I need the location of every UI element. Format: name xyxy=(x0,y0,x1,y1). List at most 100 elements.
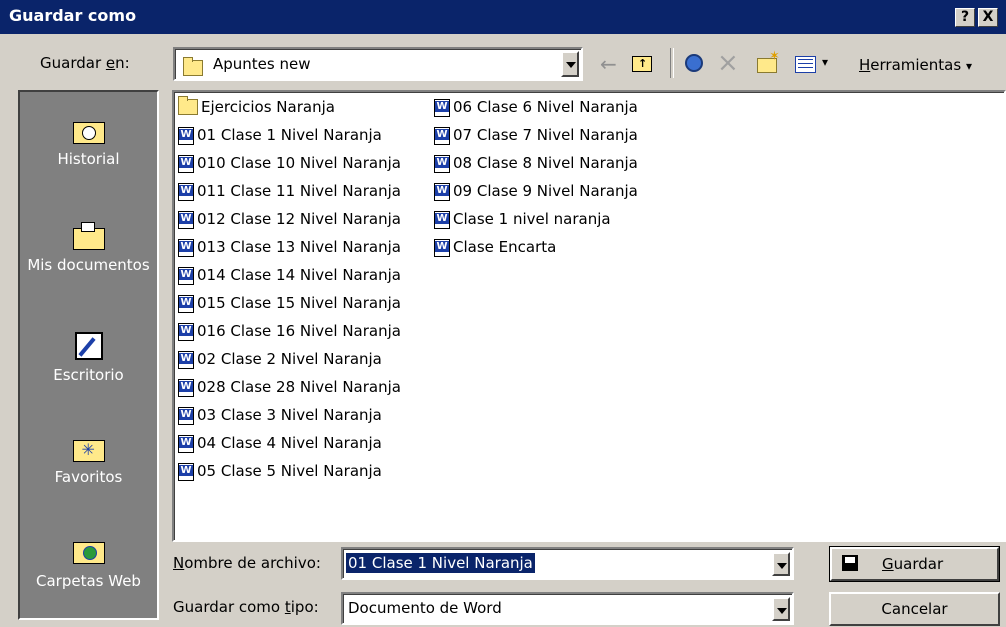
word-document-icon xyxy=(434,238,450,257)
word-document-icon xyxy=(434,98,450,117)
file-item[interactable]: 08 Clase 8 Nivel Naranja xyxy=(434,151,638,175)
word-document-icon xyxy=(178,238,194,257)
word-document-icon xyxy=(178,210,194,229)
file-name: 01 Clase 1 Nivel Naranja xyxy=(197,126,382,144)
word-document-icon xyxy=(178,182,194,201)
file-name: 013 Clase 13 Nivel Naranja xyxy=(197,238,401,256)
file-name: 012 Clase 12 Nivel Naranja xyxy=(197,210,401,228)
search-web-icon[interactable] xyxy=(685,54,703,72)
toolbar-separator xyxy=(670,48,674,78)
file-name: 016 Clase 16 Nivel Naranja xyxy=(197,322,401,340)
my-documents-icon xyxy=(71,220,107,252)
folder-icon xyxy=(183,56,203,76)
window-title: Guardar como xyxy=(9,6,137,25)
file-item[interactable]: 04 Clase 4 Nivel Naranja xyxy=(178,431,382,455)
word-document-icon xyxy=(178,266,194,285)
file-item[interactable]: 010 Clase 10 Nivel Naranja xyxy=(178,151,401,175)
word-document-icon xyxy=(434,210,450,229)
word-document-icon xyxy=(178,322,194,341)
file-name: 04 Clase 4 Nivel Naranja xyxy=(197,434,382,452)
place-favorites[interactable]: ✳ Favoritos xyxy=(20,432,157,486)
history-icon xyxy=(71,114,107,146)
web-folders-icon xyxy=(71,534,107,568)
word-document-icon xyxy=(178,378,194,397)
desktop-icon xyxy=(71,328,107,362)
filename-value: 01 Clase 1 Nivel Naranja xyxy=(346,553,535,573)
back-icon[interactable]: ← xyxy=(600,52,624,76)
file-item[interactable]: 014 Clase 14 Nivel Naranja xyxy=(178,263,401,287)
file-item[interactable]: 012 Clase 12 Nivel Naranja xyxy=(178,207,401,231)
file-list[interactable]: Ejercicios Naranja 01 Clase 1 Nivel Naran… xyxy=(172,90,1006,542)
save-in-select[interactable]: Apuntes new xyxy=(173,47,583,81)
word-document-icon xyxy=(434,154,450,173)
save-in-label: Guardar en: xyxy=(40,54,130,72)
place-my-documents[interactable]: Mis documentos xyxy=(20,220,157,274)
word-document-icon xyxy=(434,126,450,145)
file-name: 011 Clase 11 Nivel Naranja xyxy=(197,182,401,200)
folder-icon xyxy=(178,95,198,115)
file-name: 02 Clase 2 Nivel Naranja xyxy=(197,350,382,368)
file-item[interactable]: 013 Clase 13 Nivel Naranja xyxy=(178,235,401,259)
file-item[interactable]: 011 Clase 11 Nivel Naranja xyxy=(178,179,401,203)
file-item[interactable]: Clase Encarta xyxy=(434,235,556,259)
file-item[interactable]: 03 Clase 3 Nivel Naranja xyxy=(178,403,382,427)
save-button[interactable]: Guardar xyxy=(829,546,1000,582)
file-item[interactable]: 01 Clase 1 Nivel Naranja xyxy=(178,123,382,147)
filetype-select[interactable]: Documento de Word xyxy=(341,592,794,625)
file-name: 03 Clase 3 Nivel Naranja xyxy=(197,406,382,424)
place-desktop[interactable]: Escritorio xyxy=(20,328,157,384)
views-dropdown-arrow[interactable]: ▾ xyxy=(822,55,828,69)
file-name: 05 Clase 5 Nivel Naranja xyxy=(197,462,382,480)
place-history[interactable]: Historial xyxy=(20,114,157,168)
file-name: 07 Clase 7 Nivel Naranja xyxy=(453,126,638,144)
places-bar: Historial Mis documentos Escritorio ✳ Fa… xyxy=(18,90,159,620)
file-item[interactable]: 015 Clase 15 Nivel Naranja xyxy=(178,291,401,315)
file-name: Clase 1 nivel naranja xyxy=(453,210,611,228)
filetype-value: Documento de Word xyxy=(348,599,502,617)
filename-input[interactable]: 01 Clase 1 Nivel Naranja xyxy=(341,547,794,580)
file-item[interactable]: 09 Clase 9 Nivel Naranja xyxy=(434,179,638,203)
delete-icon[interactable]: × xyxy=(717,49,739,77)
word-document-icon xyxy=(178,294,194,313)
file-name: 010 Clase 10 Nivel Naranja xyxy=(197,154,401,172)
save-in-dropdown-button[interactable] xyxy=(561,51,579,77)
filename-dropdown-button[interactable] xyxy=(772,552,790,576)
word-document-icon xyxy=(178,350,194,369)
favorites-icon: ✳ xyxy=(71,432,107,464)
help-button[interactable]: ? xyxy=(955,8,975,27)
file-name: 014 Clase 14 Nivel Naranja xyxy=(197,266,401,284)
file-name: 015 Clase 15 Nivel Naranja xyxy=(197,294,401,312)
file-name: 028 Clase 28 Nivel Naranja xyxy=(197,378,401,396)
file-name: 08 Clase 8 Nivel Naranja xyxy=(453,154,638,172)
file-name: Clase Encarta xyxy=(453,238,557,256)
title-bar[interactable] xyxy=(0,0,1006,34)
file-item[interactable]: Clase 1 nivel naranja xyxy=(434,207,611,231)
file-name: Ejercicios Naranja xyxy=(201,98,335,116)
file-item[interactable]: 02 Clase 2 Nivel Naranja xyxy=(178,347,382,371)
tools-menu-button[interactable]: Herramientas ▾ xyxy=(859,56,972,74)
close-button[interactable]: X xyxy=(978,8,998,27)
place-web-folders[interactable]: Carpetas Web xyxy=(20,534,157,590)
save-in-value: Apuntes new xyxy=(213,55,311,73)
file-name: 09 Clase 9 Nivel Naranja xyxy=(453,182,638,200)
cancel-button[interactable]: Cancelar xyxy=(829,592,1000,626)
word-document-icon xyxy=(178,126,194,145)
word-document-icon xyxy=(178,434,194,453)
save-button-label: Guardar xyxy=(882,555,944,573)
views-icon[interactable] xyxy=(795,56,816,73)
word-document-icon xyxy=(178,462,194,481)
filename-label: Nombre de archivo: xyxy=(173,554,321,572)
file-item[interactable]: 07 Clase 7 Nivel Naranja xyxy=(434,123,638,147)
new-folder-icon[interactable]: ✶ xyxy=(757,49,780,73)
word-document-icon xyxy=(434,182,450,201)
word-document-icon xyxy=(178,154,194,173)
up-folder-icon[interactable]: ↑ xyxy=(632,56,652,72)
file-item[interactable]: 05 Clase 5 Nivel Naranja xyxy=(178,459,382,483)
file-item[interactable]: 06 Clase 6 Nivel Naranja xyxy=(434,95,638,119)
floppy-disk-icon xyxy=(842,555,858,571)
folder-item[interactable]: Ejercicios Naranja xyxy=(178,95,335,119)
filetype-dropdown-button[interactable] xyxy=(772,597,790,621)
file-item[interactable]: 028 Clase 28 Nivel Naranja xyxy=(178,375,401,399)
file-item[interactable]: 016 Clase 16 Nivel Naranja xyxy=(178,319,401,343)
filetype-label: Guardar como tipo: xyxy=(173,598,319,616)
